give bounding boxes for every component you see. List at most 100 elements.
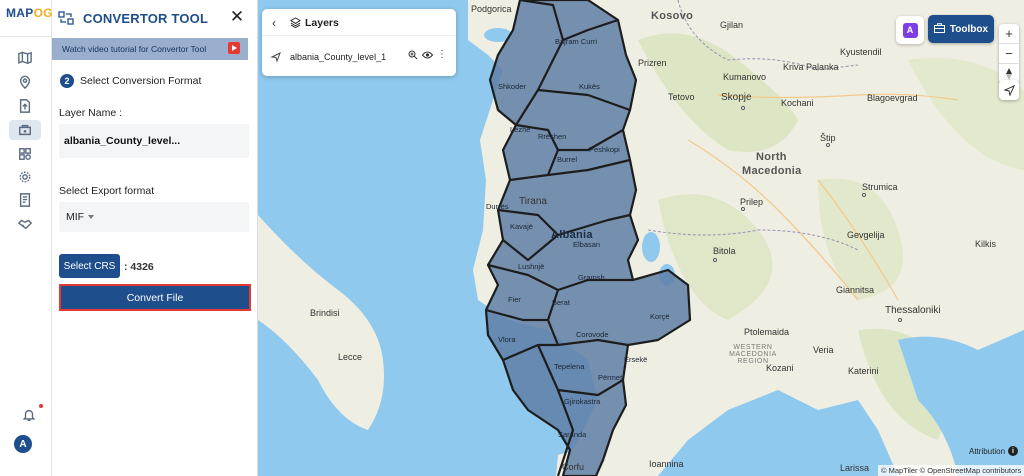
map-label-city: Kumanovo bbox=[723, 72, 767, 82]
layer-name-field[interactable]: albania_County_level... bbox=[59, 124, 249, 158]
select-crs-button[interactable]: Select CRS bbox=[59, 254, 120, 278]
toolbox-label: Toolbox bbox=[949, 23, 989, 35]
map-label-city: Bitola bbox=[713, 246, 736, 256]
map-label-city: Ersekë bbox=[624, 355, 648, 364]
map-label-city: Fier bbox=[508, 295, 521, 304]
map-label-city: Rrëshen bbox=[538, 132, 567, 141]
layers-grid-icon[interactable] bbox=[13, 144, 37, 164]
map-label-city: Podgorica bbox=[471, 4, 512, 14]
toolbox-button[interactable]: Toolbox bbox=[928, 15, 994, 43]
map-label-city: Gjirokastra bbox=[564, 397, 601, 406]
map-label-country: Macedonia bbox=[742, 165, 802, 177]
layer-name-label: Layer Name : bbox=[59, 107, 123, 119]
mapog-logo[interactable]: MAPOG bbox=[6, 6, 53, 20]
map-label-city: Prizren bbox=[638, 58, 667, 68]
attribution-button[interactable]: Attribution i bbox=[969, 446, 1019, 456]
city-marker bbox=[741, 207, 745, 211]
map-label-city: Shkoder bbox=[498, 82, 526, 91]
map-label-city: Vlora bbox=[498, 335, 516, 344]
map-label-city: Elbasan bbox=[573, 240, 601, 249]
map-label-city: Giannitsa bbox=[836, 285, 875, 295]
map-label-city: Ptolemaida bbox=[744, 327, 790, 337]
layers-panel-header: ‹ Layers bbox=[262, 9, 456, 36]
map-label-capital: Skopje bbox=[721, 92, 752, 103]
map-label-city: Prilep bbox=[740, 197, 764, 207]
polygon-layer-icon bbox=[270, 51, 282, 66]
map-label-country: North bbox=[756, 151, 787, 163]
logo-text-left: MAP bbox=[6, 6, 34, 20]
panel-header: CONVERTOR TOOL ✕ bbox=[52, 0, 258, 36]
panel-title: CONVERTOR TOOL bbox=[83, 11, 209, 26]
info-icon: i bbox=[1008, 446, 1019, 456]
map-label-city: Ioannina bbox=[649, 459, 684, 469]
notification-bell-icon[interactable] bbox=[17, 404, 43, 425]
map-label-city: Burrel bbox=[557, 155, 578, 164]
map-label-city: Saranda bbox=[558, 430, 587, 439]
map-label-city: Gramsh bbox=[578, 273, 605, 282]
map-label-city: Kyustendil bbox=[840, 47, 882, 57]
map-label-city: Përmet bbox=[598, 373, 623, 382]
document-icon[interactable] bbox=[13, 190, 37, 210]
map-label-city: Brindisi bbox=[310, 308, 340, 318]
map-label-city: Tepelena bbox=[554, 362, 585, 371]
map-label-city: Bajram Curri bbox=[555, 37, 598, 46]
toolbox-icon bbox=[933, 22, 945, 36]
map-label-city: Berat bbox=[552, 298, 570, 307]
map-label-city: Kukës bbox=[579, 82, 600, 91]
step-number-badge: 2 bbox=[60, 74, 74, 88]
map-label-city: Kochani bbox=[781, 98, 814, 108]
layer-name: albania_County_level_1 bbox=[290, 52, 387, 62]
zoom-out-button[interactable]: − bbox=[999, 44, 1019, 64]
visibility-eye-icon[interactable] bbox=[421, 50, 434, 63]
file-upload-icon[interactable] bbox=[13, 96, 37, 116]
map-label-city: Thessaloniki bbox=[885, 305, 941, 316]
data-tools-icon[interactable] bbox=[9, 120, 41, 140]
convert-file-button[interactable]: Convert File bbox=[59, 284, 251, 311]
map-label-city: Kriva Palanka bbox=[783, 62, 839, 72]
map-label-capital: Tirana bbox=[519, 196, 547, 207]
layers-panel: ‹ Layers albania_County_level_1 ⋮ bbox=[262, 9, 456, 76]
map-label-city: Kilkis bbox=[975, 239, 997, 249]
video-tutorial-link[interactable]: Watch video tutorial for Convertor Tool bbox=[52, 38, 248, 60]
attribution-label: Attribution bbox=[969, 446, 1006, 456]
export-format-value: MIF bbox=[66, 211, 85, 223]
user-avatar[interactable]: A bbox=[14, 435, 32, 453]
map-label-city: Larissa bbox=[840, 463, 870, 473]
city-marker bbox=[741, 106, 745, 110]
city-marker bbox=[862, 193, 866, 197]
settings-gear-icon[interactable] bbox=[13, 167, 37, 187]
handshake-icon[interactable] bbox=[13, 214, 37, 234]
export-format-label: Select Export format bbox=[59, 185, 155, 197]
zoom-to-layer-icon[interactable] bbox=[408, 50, 418, 63]
map-label-city: Veria bbox=[813, 345, 834, 355]
geolocate-icon[interactable] bbox=[999, 80, 1019, 100]
map-label-city: Peshkopi bbox=[589, 145, 620, 154]
chevron-left-icon[interactable]: ‹ bbox=[272, 16, 276, 30]
map-label-city: Tetovo bbox=[668, 92, 695, 102]
side-navigation-rail: MAPOG A bbox=[0, 0, 53, 476]
layer-item[interactable]: albania_County_level_1 ⋮ bbox=[270, 49, 450, 65]
close-icon[interactable]: ✕ bbox=[228, 8, 246, 26]
layers-stack-icon bbox=[290, 17, 301, 31]
caret-down-icon bbox=[88, 215, 95, 220]
map-label-city: Corfu bbox=[562, 462, 585, 472]
youtube-play-icon bbox=[228, 42, 240, 54]
map-icon[interactable] bbox=[13, 48, 37, 68]
map-label-city: Corovode bbox=[576, 330, 609, 339]
map-label-city: Lezhë bbox=[510, 125, 531, 134]
ai-icon: A bbox=[902, 22, 918, 38]
map-label-city: Štip bbox=[820, 133, 836, 143]
layer-actions: ⋮ bbox=[408, 50, 447, 63]
map-label-city: Katerini bbox=[848, 366, 879, 376]
more-options-icon[interactable]: ⋮ bbox=[437, 50, 447, 63]
map-canvas[interactable]: Podgorica Kosovo Gjilan Prizren Kumanovo… bbox=[258, 0, 1024, 476]
zoom-in-button[interactable]: + bbox=[999, 24, 1019, 44]
notification-dot bbox=[39, 404, 43, 408]
layers-title: Layers bbox=[305, 17, 339, 29]
export-format-select[interactable]: MIF bbox=[59, 202, 249, 232]
location-pin-icon[interactable] bbox=[13, 72, 37, 92]
ai-assistant-button[interactable]: A bbox=[896, 16, 924, 44]
map-label-city: Kavajë bbox=[510, 222, 533, 231]
city-marker bbox=[713, 258, 717, 262]
convertor-tool-icon bbox=[58, 11, 74, 28]
